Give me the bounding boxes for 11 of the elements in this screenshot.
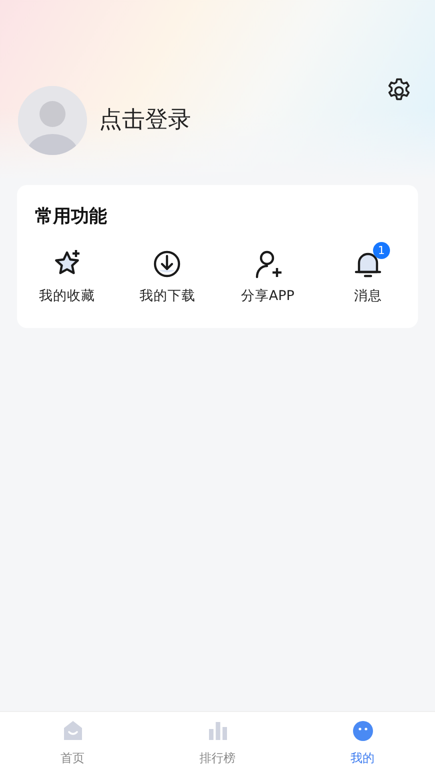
- feature-button[interactable]: 1 消息: [318, 241, 418, 306]
- login-link[interactable]: 点击登录: [99, 103, 191, 138]
- section-title: 常用功能: [34, 205, 108, 229]
- tab[interactable]: 首页: [0, 712, 145, 773]
- smiley-icon: [350, 718, 374, 742]
- feature-button[interactable]: 我的下载: [117, 241, 218, 306]
- count-badge: 1: [372, 242, 390, 259]
- feature-button[interactable]: 我的收藏: [17, 241, 118, 306]
- feature-button[interactable]: 分享APP: [218, 241, 318, 306]
- tab[interactable]: 我的: [290, 712, 435, 773]
- tab[interactable]: 排行榜: [145, 712, 290, 773]
